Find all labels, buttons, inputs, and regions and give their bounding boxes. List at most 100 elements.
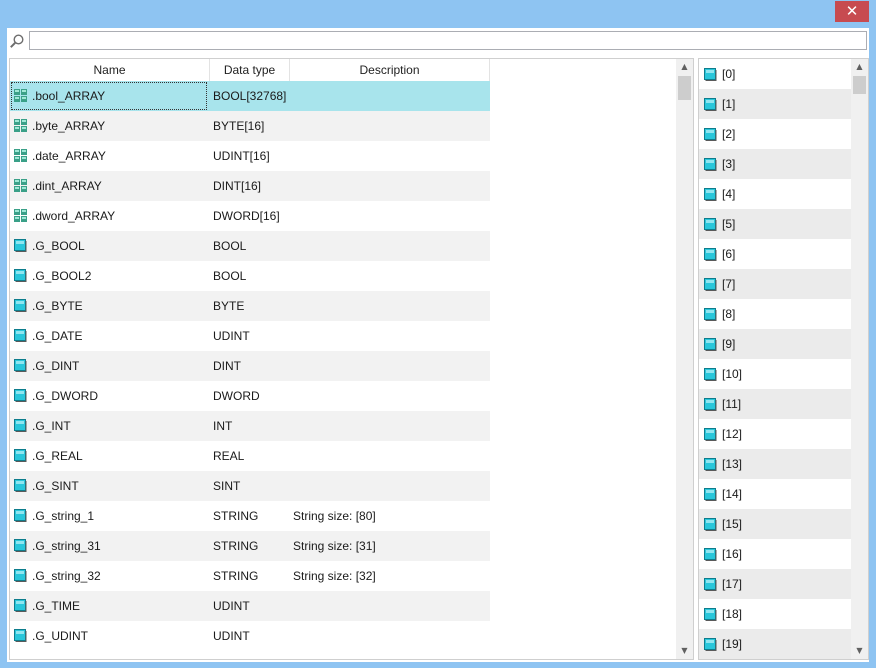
list-item[interactable]: [10] <box>699 359 851 389</box>
variable-icon <box>14 509 27 522</box>
table-row[interactable]: .G_DWORD DWORD <box>10 381 490 411</box>
table-header: Name Data type Description <box>10 59 490 81</box>
table-row[interactable]: .G_DINT DINT <box>10 351 490 381</box>
variable-icon <box>14 239 27 252</box>
table-row[interactable]: .G_TIME UDINT <box>10 591 490 621</box>
table-row[interactable]: .G_string_31 STRING String size: [31] <box>10 531 490 561</box>
cell-name: .G_string_31 <box>32 539 101 553</box>
variable-icon <box>14 269 27 282</box>
cell-datatype: SINT <box>213 479 241 493</box>
cell-datatype: STRING <box>213 509 259 523</box>
cell-name: .G_string_1 <box>32 509 95 523</box>
cell-name: .G_TIME <box>32 599 81 613</box>
index-list-panel: [0] [1] [2] [3] [4] [5] [6] [7] [8] [9] [10] [11] [1… <box>698 58 869 660</box>
list-item[interactable]: [11] <box>699 389 851 419</box>
cell-datatype: UDINT <box>213 329 250 343</box>
scroll-up-icon[interactable]: ▲ <box>851 59 868 75</box>
variable-icon <box>14 539 27 552</box>
cell-datatype: UDINT <box>213 629 250 643</box>
list-item[interactable]: [7] <box>699 269 851 299</box>
cell-name: .G_string_32 <box>32 569 101 583</box>
list-item[interactable]: [15] <box>699 509 851 539</box>
list-item[interactable]: [17] <box>699 569 851 599</box>
cell-datatype: BYTE <box>213 299 245 313</box>
variable-icon <box>704 278 717 291</box>
list-item[interactable]: [12] <box>699 419 851 449</box>
close-button[interactable]: ✕ <box>835 1 869 22</box>
table-row[interactable]: .byte_ARRAY BYTE[16] <box>10 111 490 141</box>
variable-icon <box>704 158 717 171</box>
cell-datatype: DWORD <box>213 389 260 403</box>
table-row[interactable]: .G_SINT SINT <box>10 471 490 501</box>
list-item-label: [7] <box>722 277 736 291</box>
list-item[interactable]: [4] <box>699 179 851 209</box>
cell-name: .G_BOOL <box>32 239 85 253</box>
cell-name: .G_INT <box>32 419 71 433</box>
list-item[interactable]: [3] <box>699 149 851 179</box>
title-bar[interactable]: ✕ <box>0 0 876 27</box>
table-row[interactable]: .G_UDINT UDINT <box>10 621 490 651</box>
scroll-up-icon[interactable]: ▲ <box>676 59 693 75</box>
list-item[interactable]: [2] <box>699 119 851 149</box>
list-item[interactable]: [18] <box>699 599 851 629</box>
variable-icon <box>704 338 717 351</box>
array-icon <box>14 209 27 222</box>
table-scrollbar[interactable]: ▲ ▼ <box>676 59 693 659</box>
search-input[interactable] <box>29 31 867 50</box>
cell-name: .G_SINT <box>32 479 79 493</box>
cell-datatype: BYTE[16] <box>213 119 265 133</box>
cell-description: String size: [32] <box>293 569 376 583</box>
table-row[interactable]: .G_REAL REAL <box>10 441 490 471</box>
list-item[interactable]: [16] <box>699 539 851 569</box>
list-item[interactable]: [13] <box>699 449 851 479</box>
table-row[interactable]: .G_DATE UDINT <box>10 321 490 351</box>
cell-datatype: INT <box>213 419 233 433</box>
list-item[interactable]: [19] <box>699 629 851 659</box>
list-item[interactable]: [1] <box>699 89 851 119</box>
table-row[interactable]: .G_BOOL2 BOOL <box>10 261 490 291</box>
column-header-description[interactable]: Description <box>290 59 490 81</box>
scroll-thumb[interactable] <box>853 76 866 94</box>
variable-icon <box>14 599 27 612</box>
variable-icon <box>704 578 717 591</box>
table-row[interactable]: .G_string_32 STRING String size: [32] <box>10 561 490 591</box>
table-row[interactable]: .G_BOOL BOOL <box>10 231 490 261</box>
cell-datatype: BOOL[32768] <box>213 89 287 103</box>
list-item[interactable]: [0] <box>699 59 851 89</box>
list-item-label: [1] <box>722 97 736 111</box>
variable-icon <box>704 488 717 501</box>
table-row[interactable]: .G_string_1 STRING String size: [80] <box>10 501 490 531</box>
cell-datatype: DWORD[16] <box>213 209 280 223</box>
cell-datatype: BOOL <box>213 239 247 253</box>
variable-icon <box>14 569 27 582</box>
scroll-thumb[interactable] <box>678 76 691 100</box>
variable-icon <box>704 548 717 561</box>
table-row[interactable]: .G_INT INT <box>10 411 490 441</box>
list-item-label: [19] <box>722 637 743 651</box>
column-header-name[interactable]: Name <box>10 59 210 81</box>
variable-icon <box>704 128 717 141</box>
cell-name: .G_REAL <box>32 449 83 463</box>
variable-icon <box>14 389 27 402</box>
list-item[interactable]: [5] <box>699 209 851 239</box>
cell-datatype: STRING <box>213 569 259 583</box>
column-header-datatype[interactable]: Data type <box>210 59 290 81</box>
variable-icon <box>14 329 27 342</box>
cell-name: .G_BYTE <box>32 299 83 313</box>
table-row[interactable]: .G_BYTE BYTE <box>10 291 490 321</box>
table-row[interactable]: .dint_ARRAY DINT[16] <box>10 171 490 201</box>
list-item[interactable]: [9] <box>699 329 851 359</box>
table-row[interactable]: .bool_ARRAY BOOL[32768] <box>10 81 490 111</box>
list-item-label: [8] <box>722 307 736 321</box>
list-item[interactable]: [14] <box>699 479 851 509</box>
index-scrollbar[interactable]: ▲ ▼ <box>851 59 868 659</box>
scroll-down-icon[interactable]: ▼ <box>676 643 693 659</box>
list-item[interactable]: [8] <box>699 299 851 329</box>
table-row[interactable]: .dword_ARRAY DWORD[16] <box>10 201 490 231</box>
scroll-down-icon[interactable]: ▼ <box>851 643 868 659</box>
list-item-label: [4] <box>722 187 736 201</box>
table-row[interactable]: .date_ARRAY UDINT[16] <box>10 141 490 171</box>
variable-icon <box>14 359 27 372</box>
variable-icon <box>704 218 717 231</box>
list-item[interactable]: [6] <box>699 239 851 269</box>
